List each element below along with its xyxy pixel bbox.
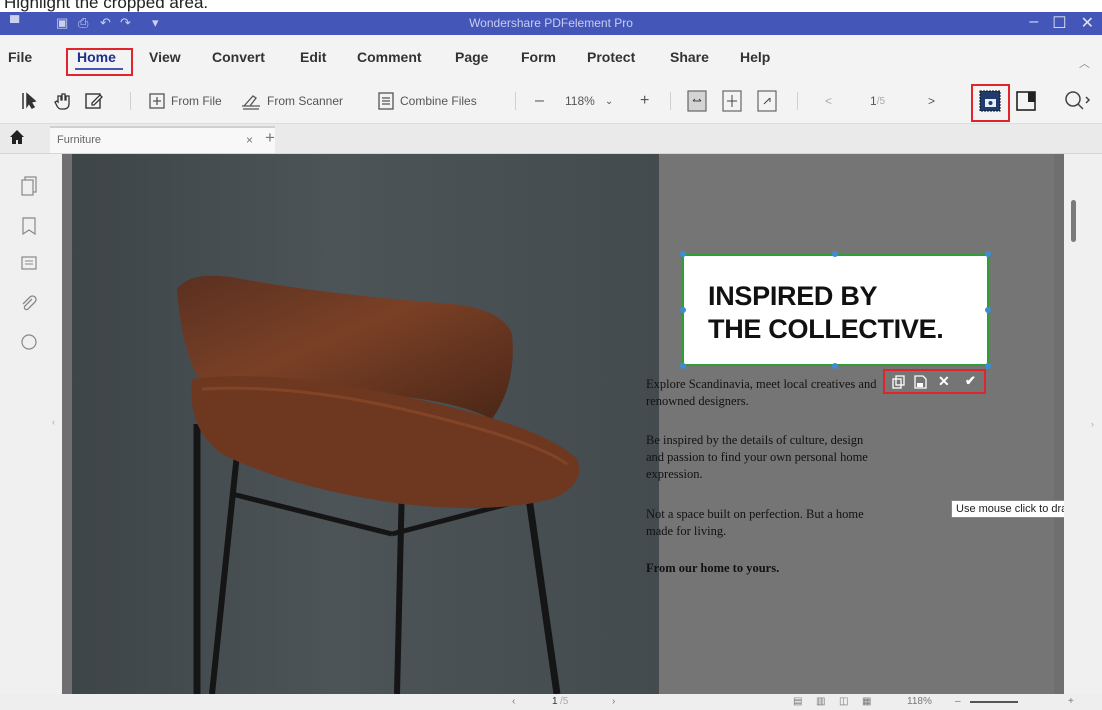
zoom-out-button[interactable]: – — [535, 78, 544, 124]
menu-protect[interactable]: Protect — [587, 49, 635, 65]
continuous-view-icon[interactable]: ▥ — [816, 696, 825, 707]
combine-files-button[interactable]: Combine Files — [377, 78, 477, 124]
chair-photo — [72, 154, 659, 694]
save-icon[interactable] — [913, 373, 927, 392]
document-canvas[interactable] — [62, 154, 1064, 694]
status-zoom-value: 118% — [907, 696, 932, 707]
reading-mode-icon[interactable] — [1014, 78, 1038, 124]
attachment-icon[interactable] — [20, 294, 38, 319]
combine-files-label: Combine Files — [400, 94, 477, 108]
minimize-button[interactable]: – — [1029, 13, 1038, 33]
headline-line-2: THE COLLECTIVE. — [708, 314, 944, 344]
close-button[interactable]: ✕ — [1081, 13, 1094, 33]
fit-page-icon[interactable] — [687, 78, 707, 124]
doc-paragraph-3: Not a space built on perfection. But a h… — [646, 507, 864, 538]
menu-help[interactable]: Help — [740, 49, 770, 65]
page-total: /5 — [876, 95, 886, 107]
from-file-icon — [149, 93, 165, 109]
chevron-down-icon: ⌄ — [604, 95, 614, 107]
actual-size-icon[interactable] — [757, 78, 777, 124]
collapse-ribbon-icon[interactable]: ︿ — [1079, 55, 1090, 71]
select-tool-icon[interactable] — [20, 78, 40, 124]
from-file-button[interactable]: From File — [148, 78, 222, 124]
menu-page[interactable]: Page — [455, 49, 488, 65]
menu-bar: File Home View Convert Edit Comment Page… — [0, 35, 1102, 78]
single-page-view-icon[interactable]: ▤ — [793, 696, 802, 707]
selection-handle-top-right[interactable] — [985, 251, 991, 257]
status-prev-page-icon[interactable]: ‹ — [512, 696, 515, 707]
from-file-label: From File — [171, 94, 222, 108]
menu-comment[interactable]: Comment — [357, 49, 422, 65]
ribbon-toolbar: From File From Scanner Combine Files – 1… — [0, 78, 1102, 124]
zoom-in-button[interactable]: + — [640, 78, 649, 124]
add-tab-button[interactable]: + — [265, 128, 275, 148]
scroll-thumb[interactable] — [1071, 200, 1076, 242]
tab-furniture[interactable]: Furniture × — [50, 126, 275, 153]
tab-furniture-label: Furniture — [57, 134, 102, 146]
document-tab-bar: Furniture × — [0, 124, 1102, 154]
left-panel-toggle-icon[interactable]: ‹ — [52, 417, 55, 427]
menu-convert[interactable]: Convert — [212, 49, 265, 65]
menu-edit[interactable]: Edit — [300, 49, 326, 65]
menu-share[interactable]: Share — [670, 49, 709, 65]
previous-page-button[interactable]: < — [825, 78, 832, 124]
right-panel-toggle-icon[interactable]: › — [1091, 419, 1094, 429]
thumbnails-icon[interactable] — [20, 176, 38, 201]
status-bar: ‹ 1 /5 › ▤ ▥ ◫ ▦ 118% – + — [0, 694, 1102, 710]
vertical-scrollbar[interactable]: › — [1064, 154, 1102, 694]
window-title: Wondershare PDFelement Pro — [469, 16, 633, 30]
screenshot-caption: Highlight the cropped area. — [0, 0, 1102, 12]
edit-tool-icon[interactable] — [84, 78, 104, 124]
search-icon[interactable] — [1064, 78, 1092, 124]
selection-handle-right[interactable] — [985, 307, 991, 313]
selection-handle-top[interactable] — [832, 251, 838, 257]
home-menu-highlight — [66, 48, 133, 76]
title-bar: ▀ ▣ ⎙ ↶ ↷ ▾ Wondershare PDFelement Pro –… — [0, 12, 1102, 35]
confirm-icon[interactable]: ✔ — [965, 373, 976, 389]
zoom-slider[interactable] — [970, 701, 1018, 703]
scanner-icon — [242, 95, 260, 110]
doc-paragraph-1: Explore Scandinavia, meet local creative… — [646, 377, 877, 408]
from-scanner-label: From Scanner — [267, 94, 344, 108]
status-page-total: /5 — [560, 696, 569, 707]
crop-selection-box[interactable]: INSPIRED BY THE COLLECTIVE. — [682, 254, 989, 366]
from-scanner-button[interactable]: From Scanner — [240, 78, 343, 124]
screen-capture-highlight — [971, 84, 1010, 122]
cancel-icon[interactable]: ✕ — [938, 373, 950, 390]
copy-icon[interactable] — [892, 373, 906, 392]
menu-file[interactable]: File — [8, 49, 32, 65]
selection-handle-bottom[interactable] — [832, 363, 838, 369]
selection-handle-bottom-left[interactable] — [680, 363, 686, 369]
text-column-background — [659, 154, 1054, 694]
page-number-input[interactable]: 1/5 — [870, 78, 885, 124]
comment-icon[interactable] — [20, 254, 38, 279]
tab-close-icon[interactable]: × — [246, 133, 253, 147]
headline-line-1: INSPIRED BY — [708, 281, 878, 311]
search-panel-icon[interactable] — [20, 332, 38, 357]
two-page-view-icon[interactable]: ◫ — [839, 696, 848, 707]
menu-view[interactable]: View — [149, 49, 181, 65]
menu-form[interactable]: Form — [521, 49, 556, 65]
status-next-page-icon[interactable]: › — [612, 696, 615, 707]
hand-tool-icon[interactable] — [53, 78, 73, 124]
bookmark-icon[interactable] — [20, 216, 38, 241]
zoom-select[interactable]: 118% ⌄ — [565, 78, 613, 124]
fit-width-icon[interactable] — [722, 78, 742, 124]
capture-action-bar: ✕ ✔ — [883, 369, 986, 394]
selection-handle-top-left[interactable] — [680, 251, 686, 257]
status-page-current: 1 — [552, 696, 558, 707]
grid-view-icon[interactable]: ▦ — [862, 696, 871, 707]
next-page-button[interactable]: > — [928, 78, 935, 124]
doc-paragraph-4: From our home to yours. — [646, 561, 780, 575]
caption-text: Highlight the cropped area. — [4, 0, 209, 12]
zoom-value: 118% — [565, 94, 595, 108]
selection-handle-left[interactable] — [680, 307, 686, 313]
maximize-button[interactable]: ☐ — [1052, 13, 1066, 33]
page-current: 1 — [870, 94, 877, 108]
status-zoom-out[interactable]: – — [955, 696, 961, 707]
doc-paragraph-2: Be inspired by the details of culture, d… — [646, 433, 868, 481]
status-zoom-in[interactable]: + — [1068, 696, 1074, 707]
home-icon[interactable] — [9, 129, 25, 150]
combine-files-icon — [378, 92, 394, 110]
